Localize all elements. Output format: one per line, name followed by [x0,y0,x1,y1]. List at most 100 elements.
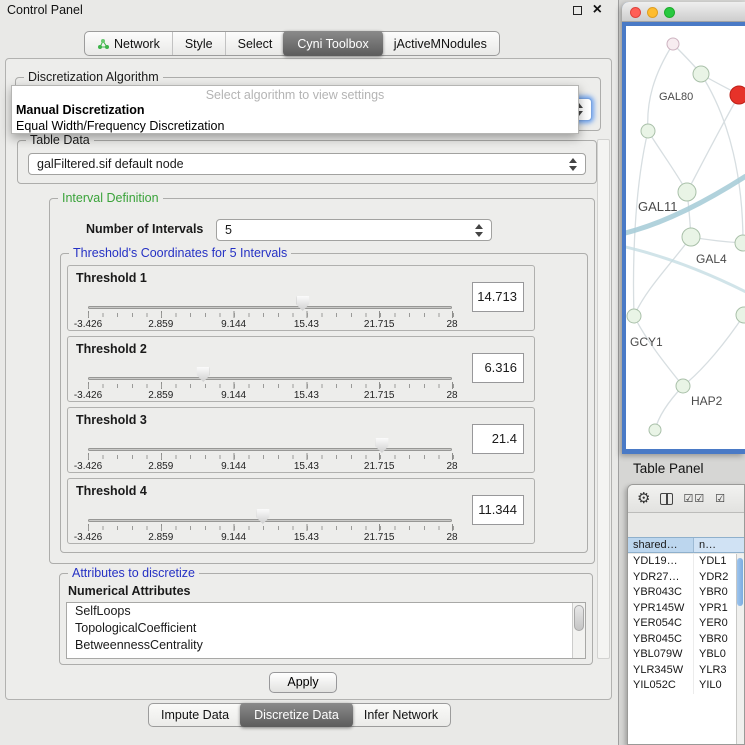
network-node[interactable] [649,424,661,436]
threshold-slider-3[interactable]: -3.426 2.859 9.144 15.43 21.715 28 [88,430,460,472]
close-icon[interactable]: × [593,1,602,19]
slider-ticks [88,313,454,317]
scale-label: 15.43 [294,319,319,330]
panel-scrollbar[interactable] [597,139,610,659]
close-traffic-light-icon[interactable] [630,7,641,18]
interval-definition-group: Interval Definition Number of Intervals … [49,198,595,564]
group-title: Threshold's Coordinates for 5 Intervals [69,246,291,260]
table-row[interactable]: YBR043CYBR0 [628,585,744,601]
table-panel-window: ⚙ ☑☑ ☑ shared… n… YDL19…YDL1 YDR27…YDR2 … [627,484,745,745]
scale-label: 9.144 [221,461,246,472]
network-node[interactable] [641,124,655,138]
table-row[interactable]: YER054CYER0 [628,616,744,632]
scrollbar-thumb[interactable] [574,605,584,631]
network-node[interactable] [735,235,745,251]
scale-label: 21.715 [364,532,395,543]
thresholds-group: Threshold's Coordinates for 5 Intervals … [60,253,588,553]
slider-track[interactable] [88,519,452,522]
minimize-traffic-light-icon[interactable] [647,7,658,18]
num-intervals-spinner[interactable]: 5 [216,219,492,241]
dropdown-option-equal-width[interactable]: Equal Width/Frequency Discretization [16,119,224,133]
table-row[interactable]: YBR045CYBR0 [628,632,744,648]
table-row[interactable]: YIL052CYIL0 [628,678,744,694]
table-data-combobox[interactable]: galFiltered.sif default node [28,153,586,175]
slider-track[interactable] [88,377,452,380]
table-header-row: shared… n… [628,537,744,553]
tab-jactivemnodules[interactable]: jActiveMNodules [382,32,499,55]
network-node[interactable] [676,379,690,393]
table-data-group: Table Data galFiltered.sif default node [17,140,597,184]
network-node[interactable] [627,309,641,323]
scale-label: 9.144 [221,532,246,543]
cell-shared-name[interactable]: YPR145W [628,601,694,617]
list-item[interactable]: BetweennessCentrality [67,637,585,654]
scale-label: 2.859 [148,390,173,401]
tab-label: Style [185,37,213,51]
slider-track[interactable] [88,448,452,451]
table-row[interactable]: YDL19…YDL1 [628,554,744,570]
float-window-icon[interactable] [573,6,582,15]
tab-impute-data[interactable]: Impute Data [149,704,241,726]
cell-shared-name[interactable]: YBL079W [628,647,694,663]
zoom-traffic-light-icon[interactable] [664,7,675,18]
attributes-list[interactable]: SelfLoops TopologicalCoefficient Between… [66,602,586,659]
column-header-name[interactable]: n… [694,538,744,552]
tab-infer-network[interactable]: Infer Network [352,704,450,726]
scale-label: 28 [446,532,457,543]
network-node[interactable] [667,38,679,50]
more-checkboxes-icon[interactable]: ☑ [715,492,726,505]
cell-shared-name[interactable]: YIL052C [628,678,694,694]
tab-cyni-toolbox[interactable]: Cyni Toolbox [283,31,382,56]
list-item[interactable]: TopologicalCoefficient [67,620,585,637]
cell-shared-name[interactable]: YLR345W [628,663,694,679]
slider-scale: -3.426 2.859 9.144 15.43 21.715 28 [88,532,452,543]
dropdown-option-manual-discretization[interactable]: Manual Discretization [16,103,145,117]
bottom-tabstrip: Impute Data Discretize Data Infer Networ… [148,703,451,727]
table-row[interactable]: YLR345WYLR3 [628,663,744,679]
threshold-panel-1: Threshold 1 -3.426 2.859 9.144 15.43 21.… [67,265,535,331]
tab-select[interactable]: Select [225,32,285,55]
combo-value: galFiltered.sif default node [37,157,184,171]
threshold-slider-4[interactable]: -3.426 2.859 9.144 15.43 21.715 28 [88,501,460,543]
tab-discretize-data[interactable]: Discretize Data [240,703,353,727]
table-row[interactable]: YDR27…YDR2 [628,570,744,586]
network-node[interactable] [693,66,709,82]
column-header-shared-name[interactable]: shared… [628,538,694,552]
cell-shared-name[interactable]: YBR043C [628,585,694,601]
selected-network-node[interactable] [730,86,745,104]
table-scrollbar[interactable] [736,554,744,744]
threshold-value-field[interactable]: 6.316 [472,353,524,383]
select-checkboxes-icon[interactable]: ☑☑ [683,492,705,505]
network-canvas[interactable]: GAL80 GAL11 GAL4 GCY1 HAP2 [626,26,745,449]
tab-network[interactable]: Network [85,32,172,55]
cell-shared-name[interactable]: YBR045C [628,632,694,648]
slider-ticks [88,455,454,459]
threshold-slider-2[interactable]: -3.426 2.859 9.144 15.43 21.715 28 [88,359,460,401]
tab-style[interactable]: Style [172,32,225,55]
gear-icon[interactable]: ⚙ [637,491,650,506]
top-tabstrip: Network Style Select Cyni Toolbox jActiv… [84,31,500,56]
list-item[interactable]: SelfLoops [67,603,585,620]
table-row[interactable]: YPR145WYPR1 [628,601,744,617]
slider-track[interactable] [88,306,452,309]
threshold-value-field[interactable]: 11.344 [472,495,524,525]
group-title: Attributes to discretize [68,566,199,580]
threshold-slider-1[interactable]: -3.426 2.859 9.144 15.43 21.715 28 [88,288,460,330]
network-node[interactable] [736,307,745,323]
table-toolbar: ⚙ ☑☑ ☑ [628,485,744,513]
apply-button[interactable]: Apply [269,672,337,693]
network-node[interactable] [678,183,696,201]
threshold-value-field[interactable]: 14.713 [472,282,524,312]
threshold-value-field[interactable]: 21.4 [472,424,524,454]
cell-shared-name[interactable]: YDR27… [628,570,694,586]
network-node[interactable] [682,228,700,246]
columns-icon[interactable] [660,493,673,505]
table-row[interactable]: YBL079WYBL0 [628,647,744,663]
scale-label: 15.43 [294,532,319,543]
control-panel-titlebar[interactable]: Control Panel × [0,0,618,20]
list-scrollbar[interactable] [572,603,585,658]
cell-shared-name[interactable]: YDL19… [628,554,694,570]
cell-shared-name[interactable]: YER054C [628,616,694,632]
scrollbar-thumb[interactable] [737,558,743,606]
network-window-titlebar[interactable] [622,2,745,22]
